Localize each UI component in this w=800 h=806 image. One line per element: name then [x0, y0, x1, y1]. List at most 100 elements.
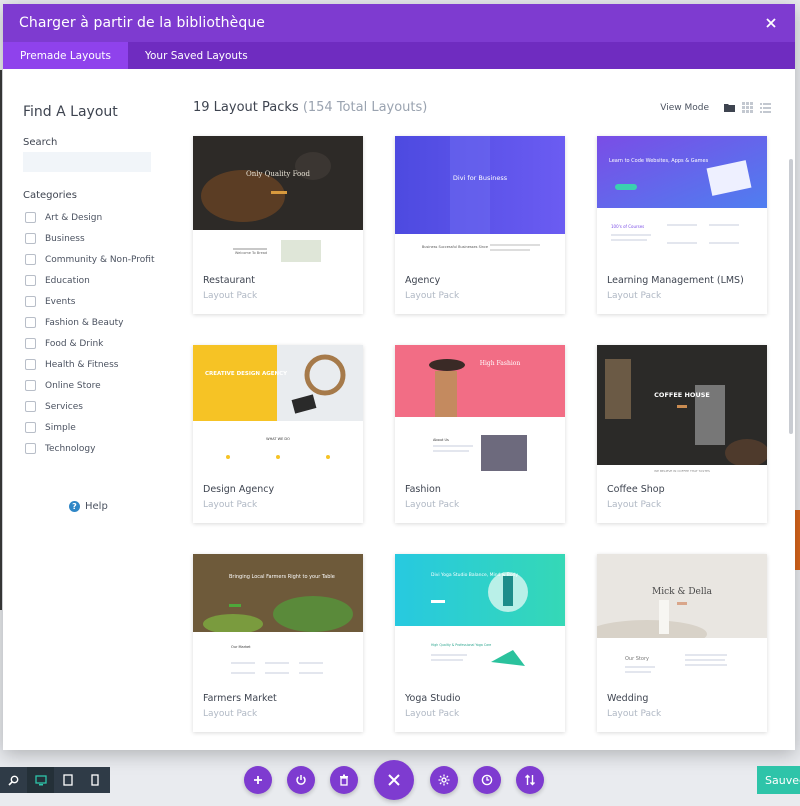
modal-header: Charger à partir de la bibliothèque: [3, 4, 795, 42]
checkbox[interactable]: [25, 422, 36, 433]
desktop-view-button[interactable]: [27, 767, 54, 793]
svg-text:Divi Yoga Studio Balance, Mind: Divi Yoga Studio Balance, Mind & Body: [431, 572, 518, 578]
category-health-fitness[interactable]: Health & Fitness: [25, 354, 155, 375]
layout-browser: 19 Layout Packs (154 Total Layouts) View…: [178, 69, 795, 750]
category-list: Art & Design Business Community & Non-Pr…: [25, 207, 155, 459]
save-button[interactable]: Sauvegar: [757, 766, 800, 794]
phone-icon: [90, 774, 99, 786]
delete-button[interactable]: [330, 766, 358, 794]
layout-thumbnail: High Fashion About Us: [395, 345, 565, 475]
svg-text:About Us: About Us: [433, 438, 449, 442]
layout-name: Restaurant: [203, 275, 256, 286]
category-education[interactable]: Education: [25, 270, 155, 291]
layout-card-design-agency[interactable]: CREATIVE DESIGN AGENCY WHAT WE DO Design…: [193, 345, 363, 529]
checkbox[interactable]: [25, 359, 36, 370]
checkbox[interactable]: [25, 317, 36, 328]
sort-arrows-icon: [525, 774, 535, 786]
plus-icon: [254, 776, 262, 784]
svg-text:High Quality & Professional Yo: High Quality & Professional Yoga Care: [431, 643, 491, 647]
help-icon: ?: [69, 501, 80, 512]
phone-view-button[interactable]: [81, 767, 108, 793]
layout-name: Farmers Market: [203, 693, 277, 704]
layout-type: Layout Pack: [607, 709, 662, 719]
history-button[interactable]: [473, 766, 501, 794]
layout-type: Layout Pack: [405, 709, 460, 719]
svg-text:Our Story: Our Story: [625, 656, 649, 662]
layout-thumbnail: Only Quality Food Welcome To Bread: [193, 136, 363, 266]
layout-type: Layout Pack: [203, 500, 258, 510]
category-simple[interactable]: Simple: [25, 417, 155, 438]
svg-text:Our Market: Our Market: [231, 645, 251, 649]
layout-type: Layout Pack: [607, 291, 662, 301]
category-business[interactable]: Business: [25, 228, 155, 249]
layout-card-coffee-shop[interactable]: COFFEE HOUSE WE BELIEVE IN COFFEE THAT T…: [597, 345, 767, 529]
layout-name: Learning Management (LMS): [607, 275, 744, 286]
power-button[interactable]: [287, 766, 315, 794]
zoom-button[interactable]: [0, 767, 27, 793]
layout-name: Fashion: [405, 484, 441, 495]
layout-thumbnail: Learn to Code Websites, Apps & Games 100…: [597, 136, 767, 266]
category-technology[interactable]: Technology: [25, 438, 155, 459]
svg-text:Learn to Code Websites, Apps &: Learn to Code Websites, Apps & Games: [609, 158, 709, 164]
category-fashion-beauty[interactable]: Fashion & Beauty: [25, 312, 155, 333]
layout-thumbnail: Divi for Business Business Successful Bu…: [395, 136, 565, 266]
layout-card-fashion[interactable]: High Fashion About Us Fashion Layout Pac…: [395, 345, 565, 529]
category-community[interactable]: Community & Non-Profit: [25, 249, 155, 270]
checkbox[interactable]: [25, 275, 36, 286]
category-art-design[interactable]: Art & Design: [25, 207, 155, 228]
svg-text:Welcome To Bread: Welcome To Bread: [235, 251, 267, 255]
svg-text:Divi for Business: Divi for Business: [453, 174, 508, 182]
checkbox[interactable]: [25, 401, 36, 412]
checkbox[interactable]: [25, 212, 36, 223]
add-button[interactable]: [244, 766, 272, 794]
background-edge: [0, 70, 2, 610]
layout-card-wedding[interactable]: Mick & Della Our Story Wedding Layout Pa…: [597, 554, 767, 738]
help-link[interactable]: ? Help: [69, 501, 108, 512]
grid-view-icon[interactable]: [742, 102, 753, 113]
layout-type: Layout Pack: [203, 709, 258, 719]
close-icon: [388, 774, 400, 786]
checkbox[interactable]: [25, 338, 36, 349]
tablet-view-button[interactable]: [54, 767, 81, 793]
svg-text:100's of Courses: 100's of Courses: [611, 224, 644, 229]
modal-title: Charger à partir de la bibliothèque: [19, 15, 266, 31]
settings-button[interactable]: [430, 766, 458, 794]
close-modal-button[interactable]: [374, 760, 414, 800]
category-online-store[interactable]: Online Store: [25, 375, 155, 396]
scrollbar[interactable]: [789, 159, 793, 434]
checkbox[interactable]: [25, 254, 36, 265]
close-icon: [766, 18, 776, 28]
category-events[interactable]: Events: [25, 291, 155, 312]
portability-button[interactable]: [516, 766, 544, 794]
layout-card-agency[interactable]: Divi for Business Business Successful Bu…: [395, 136, 565, 320]
tab-saved-layouts[interactable]: Your Saved Layouts: [128, 42, 265, 69]
layout-name: Yoga Studio: [405, 693, 461, 704]
checkbox[interactable]: [25, 296, 36, 307]
power-icon: [296, 775, 306, 785]
layout-type: Layout Pack: [203, 291, 258, 301]
checkbox[interactable]: [25, 380, 36, 391]
folder-view-icon[interactable]: [724, 102, 735, 113]
layout-thumbnail: Mick & Della Our Story: [597, 554, 767, 684]
category-food-drink[interactable]: Food & Drink: [25, 333, 155, 354]
layout-pack-count: 19 Layout Packs (154 Total Layouts): [193, 100, 428, 115]
list-view-icon[interactable]: [760, 102, 771, 113]
view-mode-switch: View Mode: [660, 102, 771, 113]
layout-card-farmers-market[interactable]: Bringing Local Farmers Right to your Tab…: [193, 554, 363, 738]
gear-icon: [438, 774, 450, 786]
library-modal: Charger à partir de la bibliothèque Prem…: [3, 4, 795, 750]
category-services[interactable]: Services: [25, 396, 155, 417]
tab-premade-layouts[interactable]: Premade Layouts: [3, 42, 128, 69]
svg-text:Business Successful Businesses: Business Successful Businesses Since: [422, 245, 488, 249]
svg-text:Only Quality Food: Only Quality Food: [246, 170, 310, 178]
search-label: Search: [23, 137, 58, 148]
layout-thumbnail: Divi Yoga Studio Balance, Mind & Body Hi…: [395, 554, 565, 684]
close-button[interactable]: [761, 13, 781, 33]
checkbox[interactable]: [25, 443, 36, 454]
layout-card-yoga-studio[interactable]: Divi Yoga Studio Balance, Mind & Body Hi…: [395, 554, 565, 738]
checkbox[interactable]: [25, 233, 36, 244]
layout-card-lms[interactable]: Learn to Code Websites, Apps & Games 100…: [597, 136, 767, 320]
layout-name: Agency: [405, 275, 441, 286]
search-input[interactable]: [23, 152, 151, 172]
layout-card-restaurant[interactable]: Only Quality Food Welcome To Bread Resta…: [193, 136, 363, 320]
